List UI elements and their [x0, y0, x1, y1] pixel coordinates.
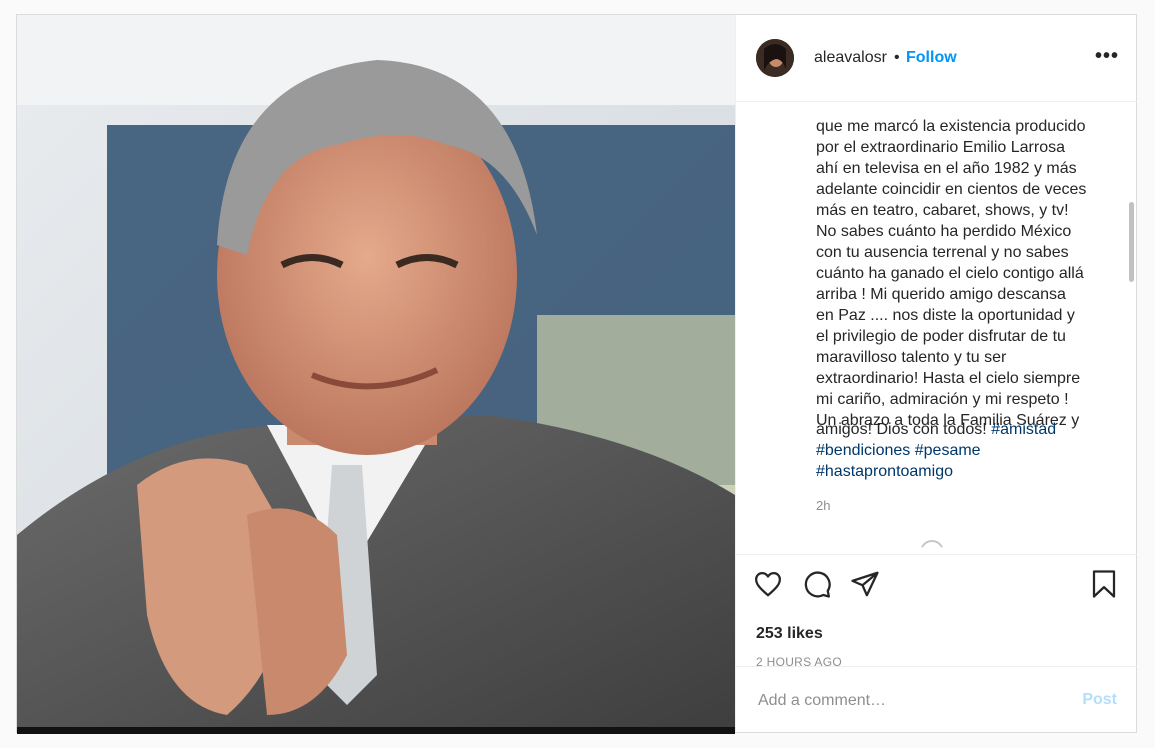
user-avatar[interactable]: [756, 39, 794, 77]
likes-count[interactable]: 253 likes: [756, 625, 823, 643]
post-comment-button[interactable]: Post: [1082, 691, 1117, 709]
caption-tail: amigos! Dios con todos! #amistad #bendic…: [816, 419, 1116, 482]
comment-box: Post: [736, 666, 1137, 732]
hashtag-link[interactable]: #pesame: [915, 442, 981, 459]
bookmark-icon[interactable]: [1089, 569, 1119, 599]
scrollbar[interactable]: [1127, 102, 1135, 552]
hashtag-link[interactable]: #amistad: [991, 421, 1056, 438]
heart-icon[interactable]: [753, 569, 783, 599]
comment-input[interactable]: [756, 685, 1060, 717]
loading-spinner-icon: [920, 540, 944, 548]
separator-dot: •: [894, 49, 900, 66]
caption-timestamp: 2h: [816, 498, 831, 513]
comment-icon[interactable]: [802, 569, 832, 599]
more-options-icon[interactable]: •••: [1095, 45, 1119, 68]
post-side-panel: aleavalosr • Follow ••• que me marcó la …: [735, 15, 1137, 732]
caption-scroll-area[interactable]: que me marcó la existencia producido por…: [736, 102, 1137, 552]
hashtag-link[interactable]: #hastaprontoamigo: [816, 463, 953, 480]
post-card: aleavalosr • Follow ••• que me marcó la …: [16, 14, 1137, 734]
follow-button[interactable]: Follow: [906, 49, 957, 67]
caption-tail-text: amigos! Dios con todos!: [816, 421, 992, 438]
caption-text: que me marcó la existencia producido por…: [816, 118, 1087, 429]
username-link[interactable]: aleavalosr: [814, 49, 887, 67]
scrollbar-thumb[interactable]: [1129, 202, 1134, 282]
post-header: aleavalosr • Follow •••: [736, 15, 1137, 102]
paper-plane-icon[interactable]: [850, 569, 880, 599]
post-photo[interactable]: [17, 15, 735, 734]
hashtag-link[interactable]: #bendiciones: [816, 442, 910, 459]
